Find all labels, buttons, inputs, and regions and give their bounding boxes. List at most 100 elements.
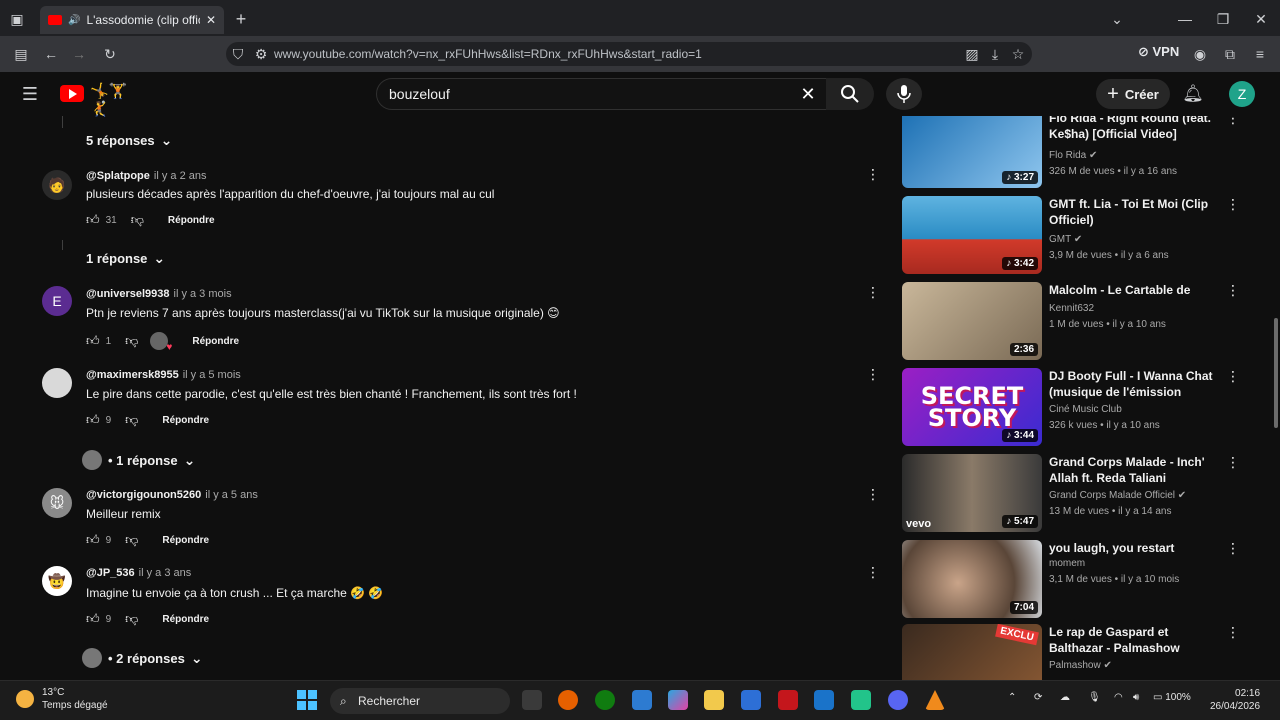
dislike-icon[interactable]: 👎︎ (125, 532, 138, 548)
commenter-avatar[interactable]: 🤠 (42, 566, 72, 596)
video-card[interactable]: ♪ 3:42 GMT ft. Lia - Toi Et Moi (Clip Of… (900, 196, 1250, 276)
vpn-button[interactable]: ⊘ VPN (1138, 44, 1179, 60)
like-icon[interactable]: 👍︎ (86, 212, 100, 228)
reply-button[interactable]: Répondre (162, 535, 209, 546)
doodle-logo[interactable]: 🤸🏋️🤾 (90, 82, 144, 118)
create-button[interactable]: + Créer (1096, 79, 1170, 109)
dislike-icon[interactable]: 👎︎ (125, 333, 138, 349)
commenter-avatar[interactable]: 🧑 (42, 170, 72, 200)
browser-menu-icon[interactable]: ≡ (1251, 45, 1269, 63)
video-thumbnail[interactable]: ♪ 3:42 (902, 196, 1042, 274)
wifi-icon[interactable]: ◠ (1114, 692, 1123, 703)
search-input[interactable]: bouzelouf (376, 78, 830, 110)
windows-start-icon[interactable] (297, 690, 317, 710)
cloud-icon[interactable]: ☁ (1060, 692, 1070, 703)
page-scrollbar[interactable] (1274, 318, 1278, 428)
site-info-shield-icon[interactable]: ⛉ (229, 45, 247, 63)
video-thumbnail[interactable]: ♪ 3:27 (902, 116, 1042, 188)
xbox-icon[interactable] (595, 690, 615, 710)
like-icon[interactable]: 👍︎ (86, 532, 100, 548)
comment-more-icon[interactable]: ⋮ (866, 366, 880, 383)
video-more-icon[interactable]: ⋮ (1226, 282, 1240, 299)
window-close-button[interactable]: ✕ (1252, 10, 1270, 28)
video-card[interactable]: 2:36 Malcolm - Le Cartable de Dewey Kenn… (900, 282, 1250, 362)
video-thumbnail[interactable]: EXCLU (902, 624, 1042, 680)
commenter-avatar[interactable]: 🐭 (42, 488, 72, 518)
phone-link-icon[interactable] (851, 690, 871, 710)
voice-search-button[interactable] (886, 78, 922, 110)
comment-more-icon[interactable]: ⋮ (866, 284, 880, 301)
clear-search-icon[interactable]: ✕ (798, 84, 818, 104)
video-card[interactable]: EXCLU Le rap de Gaspard et Balthazar - P… (900, 624, 1250, 680)
youtube-logo[interactable] (60, 85, 84, 102)
browser-tab[interactable]: 🔊 L'assodomie (clip officiel) - ✕ (40, 6, 224, 34)
sidebar-toggle-icon[interactable]: ▤ (12, 45, 30, 63)
like-icon[interactable]: 👍︎ (86, 333, 100, 349)
video-card[interactable]: vevo ♪ 5:47 Grand Corps Malade - Inch' A… (900, 454, 1250, 534)
replies-toggle[interactable]: • 1 réponse ⌄ (82, 450, 195, 470)
video-more-icon[interactable]: ⋮ (1226, 624, 1240, 641)
channel-name[interactable]: Ciné Music Club (1049, 404, 1122, 415)
video-title[interactable]: you laugh, you restart (1049, 540, 1225, 556)
minimize-button[interactable]: — (1176, 10, 1194, 28)
like-icon[interactable]: 👍︎ (86, 611, 100, 627)
channel-name[interactable]: Grand Corps Malade Officiel ✔ (1049, 490, 1186, 501)
video-more-icon[interactable]: ⋮ (1226, 540, 1240, 557)
notifications-bell-icon[interactable]: 🔔︎ (1182, 84, 1204, 104)
comment-author[interactable]: @universel9938 il y a 3 mois (86, 288, 232, 300)
channel-name[interactable]: Kennit632 (1049, 303, 1094, 314)
discord-icon[interactable] (888, 690, 908, 710)
video-title[interactable]: Grand Corps Malade - Inch' Allah ft. Red… (1049, 454, 1225, 486)
bookmark-star-icon[interactable]: ☆ (1010, 45, 1026, 63)
reply-button[interactable]: Répondre (162, 614, 209, 625)
battery-status[interactable]: ▭ 100% (1153, 692, 1191, 703)
reply-button[interactable]: Répondre (162, 415, 209, 426)
mail-icon[interactable] (814, 690, 834, 710)
video-title[interactable]: Malcolm - Le Cartable de Dewey (1049, 282, 1225, 298)
comment-more-icon[interactable]: ⋮ (866, 564, 880, 581)
close-tab-icon[interactable]: ✕ (206, 13, 216, 27)
replies-toggle[interactable]: • 2 réponses ⌄ (82, 648, 203, 668)
channel-name[interactable]: Flo Rida ✔ (1049, 150, 1097, 161)
comment-author[interactable]: @maximersk8955 il y a 5 mois (86, 369, 241, 381)
video-more-icon[interactable]: ⋮ (1226, 116, 1240, 127)
reply-button[interactable]: Répondre (192, 336, 239, 347)
video-title[interactable]: DJ Booty Full - I Wanna Chat (musique de… (1049, 368, 1225, 400)
new-tab-button[interactable]: + (232, 9, 250, 29)
tab-search-icon[interactable]: ⌄ (1108, 10, 1126, 28)
task-view-icon[interactable] (522, 690, 542, 710)
video-card[interactable]: 7:04 you laugh, you restart momem 3,1 M … (900, 540, 1250, 620)
video-thumbnail[interactable]: 7:04 (902, 540, 1042, 618)
back-button[interactable]: ← (42, 45, 60, 63)
weather-widget[interactable]: 13°C Temps dégagé (16, 686, 108, 712)
channel-name[interactable]: momem (1049, 558, 1085, 569)
maximize-button[interactable]: ❐ (1214, 10, 1232, 28)
video-title[interactable]: Le rap de Gaspard et Balthazar - Palmash… (1049, 624, 1225, 656)
comment-more-icon[interactable]: ⋮ (866, 166, 880, 183)
dislike-icon[interactable]: 👎︎ (125, 412, 138, 428)
commenter-avatar[interactable]: E (42, 286, 72, 316)
video-thumbnail[interactable]: SECRET STORY ♪ 3:44 (902, 368, 1042, 446)
video-title[interactable]: GMT ft. Lia - Toi Et Moi (Clip Officiel) (1049, 196, 1225, 228)
reply-button[interactable]: Répondre (168, 215, 215, 226)
video-card[interactable]: SECRET STORY ♪ 3:44 DJ Booty Full - I Wa… (900, 368, 1250, 448)
profile-icon[interactable]: ◉ (1191, 45, 1209, 63)
comment-author[interactable]: @Splatpope il y a 2 ans (86, 170, 207, 182)
replies-toggle[interactable]: 5 réponses ⌄ (86, 132, 172, 149)
comment-author[interactable]: @JP_536 il y a 3 ans (86, 567, 191, 579)
show-hidden-icons[interactable]: ⌃ (1008, 692, 1016, 703)
commenter-avatar[interactable] (42, 368, 72, 398)
sync-icon[interactable]: ⟳ (1034, 692, 1042, 703)
channel-name[interactable]: GMT ✔ (1049, 234, 1082, 245)
forward-button[interactable]: → (70, 45, 88, 63)
microsoft-store-icon[interactable] (632, 690, 652, 710)
comment-more-icon[interactable]: ⋮ (866, 486, 880, 503)
video-title[interactable]: Flo Rida - Right Round (feat. Ke$ha) [Of… (1049, 116, 1225, 142)
mcafee-icon[interactable] (778, 690, 798, 710)
picture-icon[interactable]: ▨ (964, 45, 980, 63)
reload-button[interactable]: ↻ (101, 45, 119, 63)
download-icon[interactable]: ⤓ (987, 45, 1003, 63)
taskbar-search[interactable]: ⌕ Rechercher (330, 688, 510, 714)
replies-toggle[interactable]: 1 réponse ⌄ (86, 250, 165, 267)
account-avatar[interactable]: Z (1229, 81, 1255, 107)
